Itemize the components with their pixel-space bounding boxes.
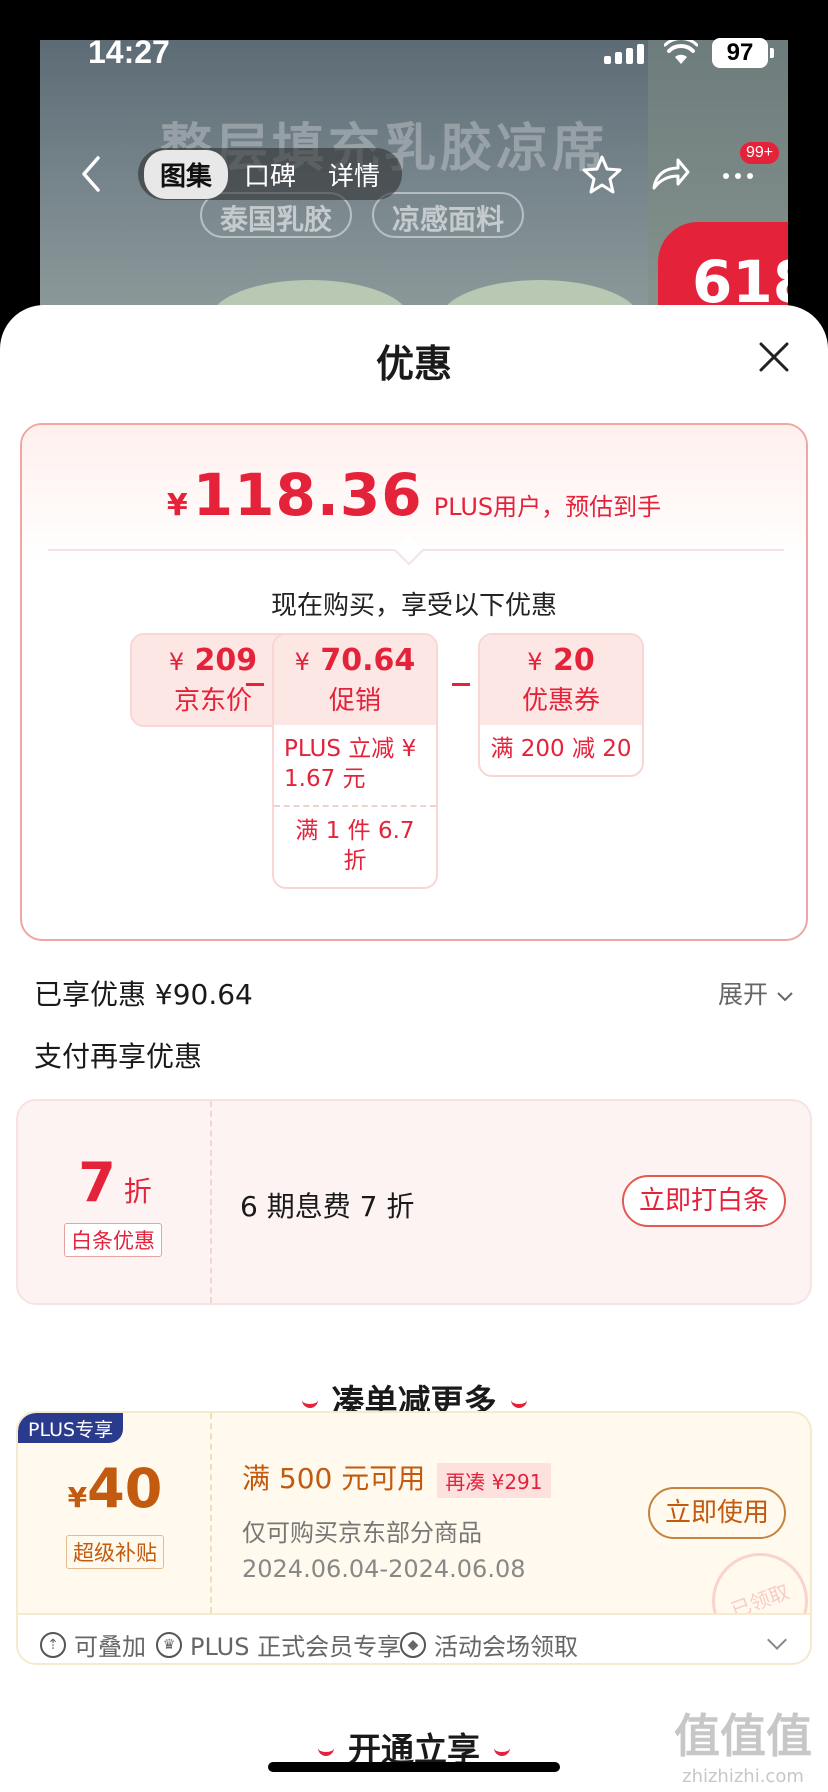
expand-button[interactable]: 展开 bbox=[718, 975, 794, 1011]
smile-icon bbox=[318, 1748, 334, 1756]
tab-details[interactable]: 详情 bbox=[312, 150, 396, 199]
coupon-amount: 20 bbox=[552, 643, 595, 678]
site-watermark: 值值值 zhizhizhi.com bbox=[674, 1700, 812, 1787]
smile-icon bbox=[510, 1400, 527, 1408]
divider-notch bbox=[393, 534, 425, 566]
bulk-discount-detail: 满 1 件 6.7 折 bbox=[274, 804, 436, 887]
currency-symbol: ¥ bbox=[294, 648, 310, 676]
enjoyed-discount-total: 已享优惠 ¥90.64 bbox=[34, 978, 253, 1011]
final-price-note: PLUS用户，预估到手 bbox=[433, 493, 662, 521]
share-icon[interactable] bbox=[648, 152, 692, 196]
coupon-label: 优惠券 bbox=[521, 686, 600, 716]
currency-symbol: ¥ bbox=[527, 648, 543, 676]
baitiao-discount-value: 7 bbox=[78, 1151, 116, 1214]
price-breakdown-card: ¥ 118.36 PLUS用户，预估到手 现在购买，享受以下优惠 ¥ 209 京… bbox=[20, 423, 808, 941]
use-coupon-button[interactable]: 立即使用 bbox=[648, 1487, 786, 1539]
promotion-amount: 70.64 bbox=[320, 643, 416, 678]
smile-icon bbox=[301, 1400, 318, 1408]
tab-reviews[interactable]: 口碑 bbox=[228, 150, 312, 199]
plus-member-feature: ♛ PLUS 正式会员专享 bbox=[156, 1627, 401, 1662]
watermark-logo-text: 值值值 bbox=[674, 1709, 812, 1763]
coupon-condition: 满 500 元可用 再凑 ¥291 bbox=[242, 1457, 551, 1498]
plus-exclusive-tag: PLUS专享 bbox=[18, 1413, 124, 1443]
ticket-icon: ◆ bbox=[400, 1631, 426, 1658]
discount-sheet: 优惠 ¥ 118.36 PLUS用户，预估到手 现在购买，享受以下优惠 ¥ 20… bbox=[0, 305, 828, 1792]
currency-symbol: ¥ bbox=[168, 648, 185, 676]
pay-more-title: 支付再享优惠 bbox=[34, 1040, 203, 1073]
super-subsidy-tag: 超级补贴 bbox=[66, 1535, 164, 1569]
currency-symbol: ¥ bbox=[67, 1481, 88, 1514]
coupon-condition-text: 满 500 元可用 bbox=[242, 1462, 426, 1495]
venue-claim-feature: ◆ 活动会场领取 bbox=[400, 1627, 578, 1662]
coupon-detail: 满 200 减 20 bbox=[490, 736, 632, 762]
chevron-down-icon[interactable] bbox=[767, 1630, 787, 1650]
minus-sign bbox=[246, 683, 264, 686]
watermark-url: zhizhizhi.com bbox=[682, 1766, 804, 1787]
baitiao-offer-card: 7折 白条优惠 6 期息费 7 折 立即打白条 bbox=[16, 1099, 812, 1305]
expand-label: 展开 bbox=[718, 980, 769, 1009]
home-indicator[interactable] bbox=[268, 1762, 560, 1772]
smile-icon bbox=[494, 1748, 510, 1756]
stackable-label: 可叠加 bbox=[74, 1633, 146, 1661]
crown-icon: ♛ bbox=[156, 1631, 182, 1658]
final-price-amount: 118.36 bbox=[192, 461, 423, 529]
chevron-down-icon bbox=[777, 992, 793, 1002]
promotion-box: ¥ 70.64 促销 PLUS 立减 ¥ 1.67 元 满 1 件 6.7 折 bbox=[272, 633, 438, 889]
coupon-value: ¥40 bbox=[18, 1457, 212, 1520]
message-count-badge: 99+ bbox=[740, 142, 780, 164]
baitiao-tag: 白条优惠 bbox=[64, 1223, 162, 1257]
baitiao-description: 6 期息费 7 折 bbox=[240, 1190, 415, 1223]
baitiao-discount: 7折 bbox=[18, 1151, 212, 1214]
product-nav-bar: 图集 口碑 详情 99+ bbox=[0, 142, 828, 204]
status-time: 14:27 bbox=[88, 34, 170, 70]
star-favorite-icon[interactable] bbox=[580, 152, 624, 196]
jd-price-amount: 209 bbox=[194, 643, 258, 678]
coupon-validity-dates: 2024.06.04-2024.06.08 bbox=[242, 1555, 526, 1583]
stackable-feature: ⇡ 可叠加 bbox=[40, 1627, 146, 1662]
jd-price-label: 京东价 bbox=[173, 686, 252, 716]
close-icon[interactable] bbox=[758, 341, 790, 373]
back-arrow-icon[interactable] bbox=[76, 154, 106, 194]
currency-symbol: ¥ bbox=[166, 488, 188, 523]
coupon-box: ¥ 20 优惠券 满 200 减 20 bbox=[478, 633, 644, 777]
use-baitiao-button[interactable]: 立即打白条 bbox=[622, 1175, 786, 1227]
wifi-icon bbox=[664, 40, 698, 64]
venue-claim-label: 活动会场领取 bbox=[434, 1633, 578, 1661]
plus-coupon-card: PLUS专享 ¥40 超级补贴 满 500 元可用 再凑 ¥291 仅可购买京东部… bbox=[16, 1411, 812, 1665]
sheet-title: 优惠 bbox=[375, 342, 452, 386]
coupon-scope: 仅可购买京东部分商品 bbox=[242, 1519, 482, 1547]
battery-icon: 97 bbox=[712, 38, 774, 68]
buy-hint: 现在购买，享受以下优惠 bbox=[270, 591, 557, 621]
plus-member-label: PLUS 正式会员专享 bbox=[190, 1633, 402, 1661]
cellular-signal-icon bbox=[604, 44, 644, 64]
coupon-feature-row[interactable]: ⇡ 可叠加 ♛ PLUS 正式会员专享 ◆ 活动会场领取 bbox=[18, 1613, 810, 1663]
minus-sign bbox=[452, 683, 470, 686]
coupon-value-amount: 40 bbox=[87, 1457, 163, 1520]
plus-discount-detail: PLUS 立减 ¥ 1.67 元 bbox=[284, 736, 417, 792]
promotion-label: 促销 bbox=[328, 686, 381, 716]
status-bar: 14:27 97 bbox=[0, 30, 828, 80]
tab-gallery[interactable]: 图集 bbox=[144, 149, 229, 199]
baitiao-discount-unit: 折 bbox=[123, 1175, 152, 1208]
nav-tabs: 图集 口碑 详情 bbox=[138, 148, 403, 200]
stackable-icon: ⇡ bbox=[40, 1631, 66, 1658]
add-more-tag: 再凑 ¥291 bbox=[437, 1462, 551, 1498]
final-price: ¥ 118.36 PLUS用户，预估到手 bbox=[22, 461, 806, 529]
